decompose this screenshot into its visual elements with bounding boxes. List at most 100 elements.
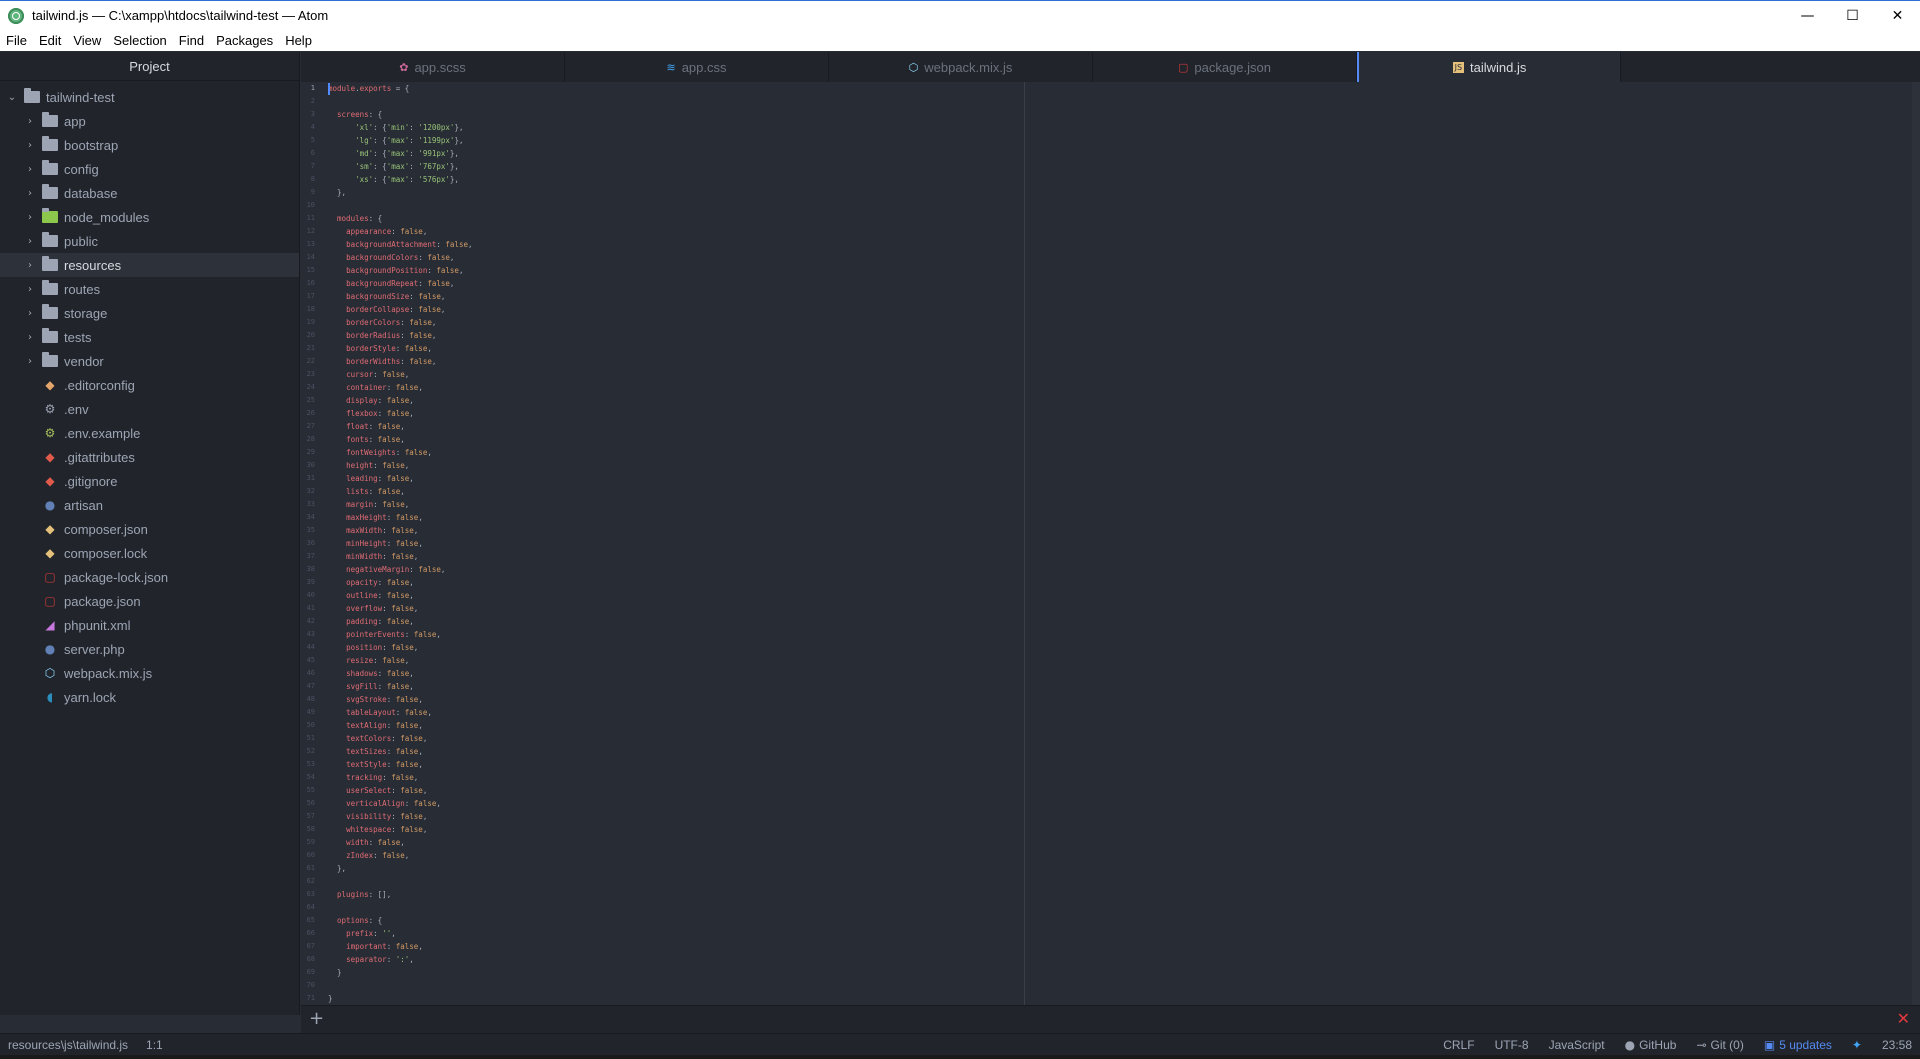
tree-folder-vendor[interactable]: › vendor [0,349,299,373]
code-line[interactable]: visibility: false, [328,810,473,823]
code-line[interactable]: svgStroke: false, [328,693,473,706]
code-line[interactable]: pointerEvents: false, [328,628,473,641]
code-line[interactable]: width: false, [328,836,473,849]
code-line[interactable]: backgroundAttachment: false, [328,238,472,251]
code-line[interactable]: borderRadius: false, [328,329,473,342]
close-panel-icon[interactable]: ✕ [1897,1009,1910,1028]
vertical-scrollbar[interactable] [1912,82,1920,1005]
code-line[interactable]: padding: false, [328,615,473,628]
tree-folder-config[interactable]: › config [0,157,299,181]
close-window-button[interactable]: ✕ [1875,1,1920,30]
code-line[interactable]: leading: false, [328,472,473,485]
code-line[interactable]: }, [328,862,473,875]
code-line[interactable]: borderColors: false, [328,316,473,329]
code-line[interactable]: verticalAlign: false, [328,797,473,810]
tree-file[interactable]: ⬡ webpack.mix.js [0,661,299,685]
twitter-icon[interactable]: ✦ [1852,1038,1862,1052]
code-line[interactable]: prefix: '', [328,927,473,940]
code-line[interactable]: screens: { [328,108,473,121]
menu-selection[interactable]: Selection [107,33,172,48]
menu-edit[interactable]: Edit [33,33,67,48]
code-line[interactable]: minWidth: false, [328,550,473,563]
menu-file[interactable]: File [0,33,33,48]
code-line[interactable]: tracking: false, [328,771,473,784]
code-line[interactable]: plugins: [], [328,888,473,901]
tree-file[interactable]: ◆ .gitignore [0,469,299,493]
status-grammar[interactable]: JavaScript [1549,1038,1605,1052]
tree-root[interactable]: ⌄ tailwind-test [0,85,299,109]
code-line[interactable]: maxWidth: false, [328,524,473,537]
tree-folder-resources[interactable]: › resources [0,253,299,277]
code-line[interactable]: tableLayout: false, [328,706,473,719]
code-line[interactable]: textColors: false, [328,732,473,745]
menu-view[interactable]: View [67,33,107,48]
code-line[interactable]: } [328,966,473,979]
code-line[interactable]: textSizes: false, [328,745,473,758]
code-line[interactable]: 'sm': {'max': '767px'}, [328,160,473,173]
code-line[interactable]: separator: ':', [328,953,473,966]
tree-file[interactable]: ◆ composer.json [0,517,299,541]
code-line[interactable] [328,979,473,992]
add-terminal-button[interactable]: + [309,1008,324,1029]
code-line[interactable]: } [328,992,473,1005]
code-line[interactable]: appearance: false, [328,225,473,238]
tree-file[interactable]: ● artisan [0,493,299,517]
tree-file[interactable]: ▢ package.json [0,589,299,613]
code-line[interactable]: flexbox: false, [328,407,473,420]
code-line[interactable]: container: false, [328,381,473,394]
code-line[interactable]: zIndex: false, [328,849,473,862]
tree-folder-bootstrap[interactable]: › bootstrap [0,133,299,157]
code-line[interactable]: resize: false, [328,654,473,667]
tree-folder-storage[interactable]: › storage [0,301,299,325]
tab-app-css[interactable]: ≋ app.css [565,52,829,82]
tree-file[interactable]: ▢ package-lock.json [0,565,299,589]
code-line[interactable]: backgroundRepeat: false, [328,277,473,290]
minimize-button[interactable]: — [1785,1,1830,30]
status-cursor-position[interactable]: 1:1 [146,1038,163,1052]
tree-file[interactable]: ◆ .editorconfig [0,373,299,397]
code-line[interactable]: borderWidths: false, [328,355,473,368]
code-line[interactable]: 'lg': {'max': '1199px'}, [328,134,473,147]
code-line[interactable]: 'md': {'max': '991px'}, [328,147,473,160]
tree-folder-public[interactable]: › public [0,229,299,253]
code-line[interactable]: 'xl': {'min': '1200px'}, [328,121,473,134]
code-line[interactable]: minHeight: false, [328,537,473,550]
status-file-path[interactable]: resources\js\tailwind.js [8,1038,128,1052]
status-line-ending[interactable]: CRLF [1443,1038,1474,1052]
tab-app-scss[interactable]: ✿ app.scss [301,52,565,82]
code-line[interactable]: fontWeights: false, [328,446,473,459]
code-line[interactable]: outline: false, [328,589,473,602]
tree-folder-app[interactable]: › app [0,109,299,133]
tree-file[interactable]: ◢ phpunit.xml [0,613,299,637]
code-line[interactable]: shadows: false, [328,667,473,680]
tree-folder-database[interactable]: › database [0,181,299,205]
code-line[interactable] [328,199,473,212]
code-lines[interactable]: module.exports = { screens: { 'xl': {'mi… [328,82,473,1005]
status-encoding[interactable]: UTF-8 [1495,1038,1529,1052]
menu-packages[interactable]: Packages [210,33,279,48]
code-line[interactable]: negativeMargin: false, [328,563,473,576]
tree-file[interactable]: ◖ yarn.lock [0,685,299,709]
code-line[interactable]: backgroundSize: false, [328,290,473,303]
code-line[interactable]: userSelect: false, [328,784,473,797]
code-line[interactable]: whitespace: false, [328,823,473,836]
code-line[interactable] [328,875,473,888]
code-line[interactable]: backgroundPosition: false, [328,264,473,277]
code-line[interactable] [328,901,473,914]
tab-webpack-mix-js[interactable]: ⬡ webpack.mix.js [829,52,1093,82]
tree-file[interactable]: ◆ .gitattributes [0,445,299,469]
tree-folder-node_modules[interactable]: › node_modules [0,205,299,229]
code-line[interactable]: overflow: false, [328,602,473,615]
code-editor[interactable]: 1 2 3 4 5 6 7 8 9 10 11 12 13 14 15 16 17 18 19 20 21 22 23 24 2… [301,82,1920,1005]
code-line[interactable]: fonts: false, [328,433,473,446]
tab-package-json[interactable]: ▢ package.json [1093,52,1357,82]
code-line[interactable]: display: false, [328,394,473,407]
menu-find[interactable]: Find [173,33,210,48]
code-line[interactable]: }, [328,186,473,199]
code-line[interactable]: textAlign: false, [328,719,473,732]
tab-tailwind-js[interactable]: JS tailwind.js [1357,52,1621,82]
status-git[interactable]: ⊸ Git (0) [1696,1038,1743,1052]
tree-folder-tests[interactable]: › tests [0,325,299,349]
status-github[interactable]: ● GitHub [1625,1038,1677,1052]
tree-file[interactable]: ⚙ .env [0,397,299,421]
